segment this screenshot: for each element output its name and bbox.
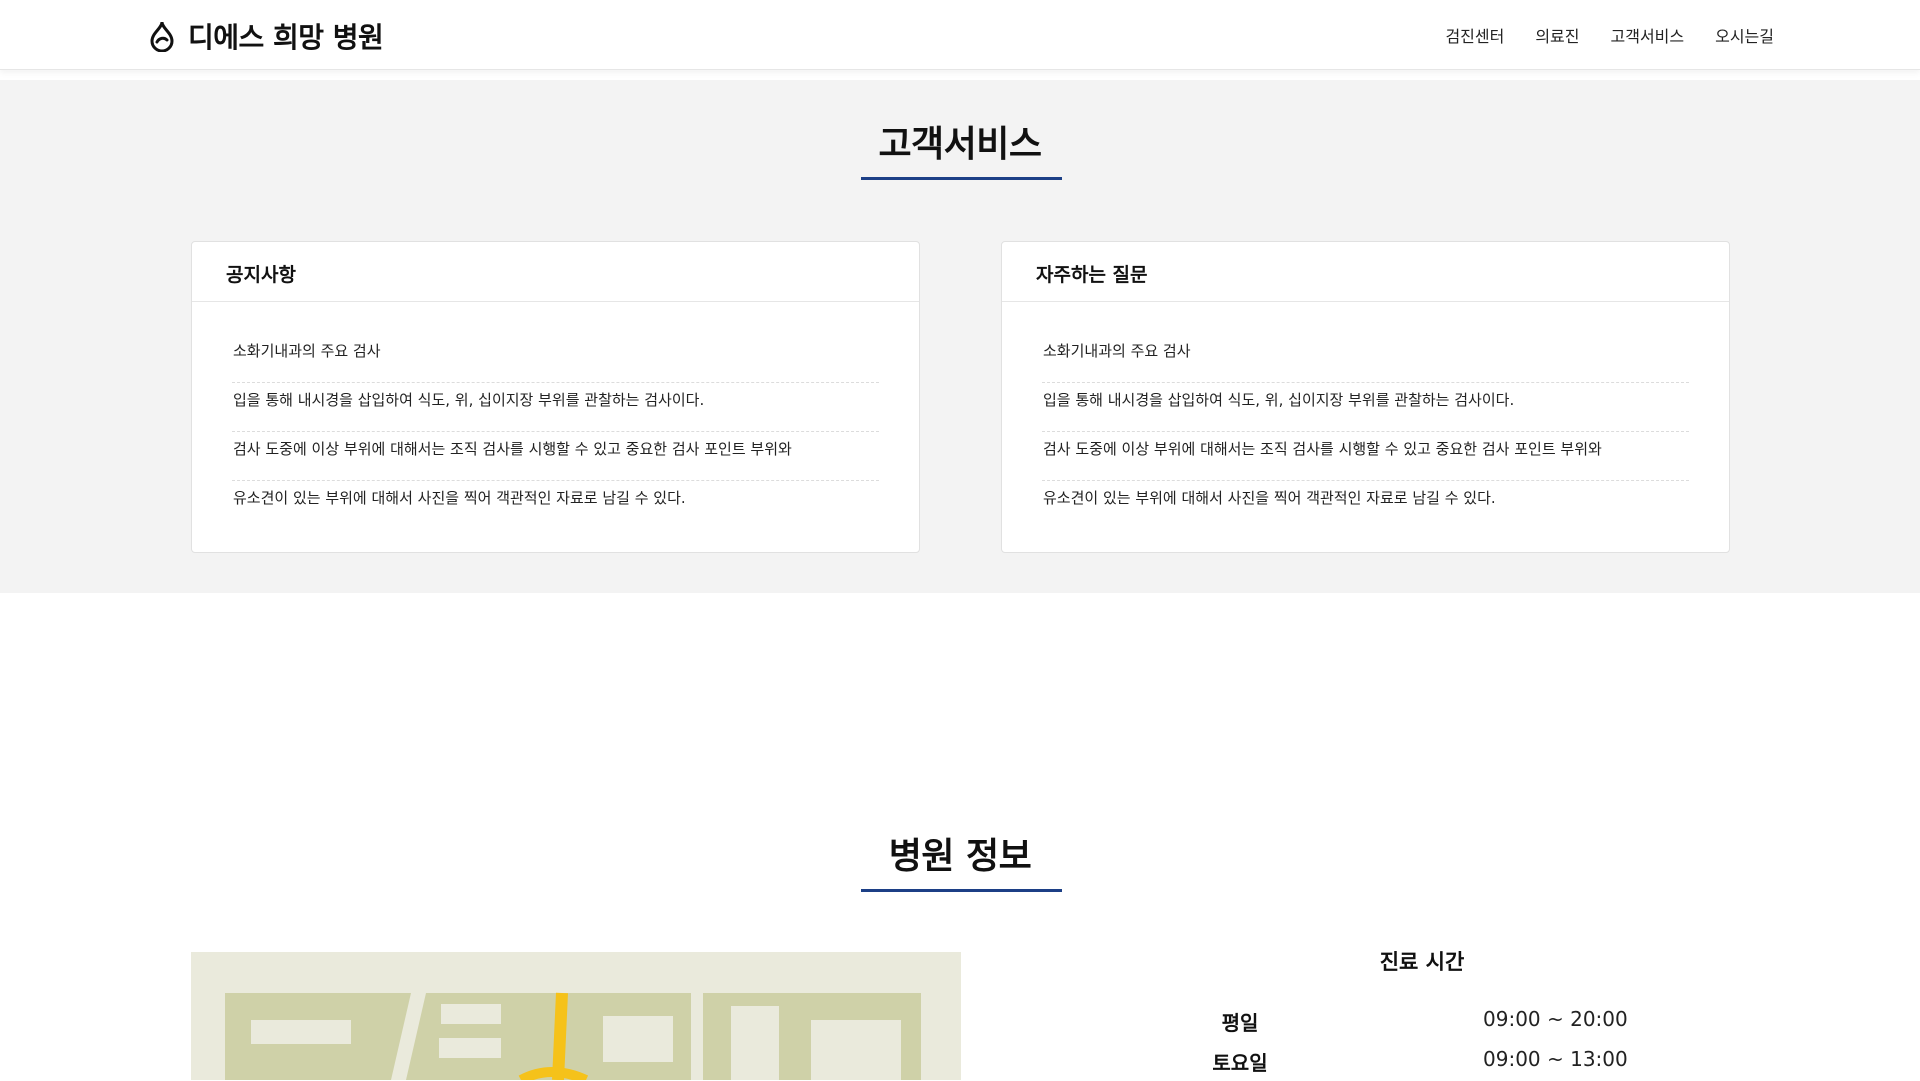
hours-day: 평일 [1221,1011,1259,1035]
hours-time: 09:00 ~ 13:00 [1483,1047,1628,1071]
faq-item[interactable]: 입을 통해 내시경을 삽입하여 식도, 위, 십이지장 부위를 관찰하는 검사이… [1042,383,1689,432]
faq-card-title[interactable]: 자주하는 질문 [1002,242,1729,302]
hours-day: 토요일 [1212,1051,1268,1075]
faq-item[interactable]: 유소견이 있는 부위에 대해서 사진을 찍어 객관적인 자료로 남길 수 있다. [1042,481,1689,530]
hours-row: 토요일 09:00 ~ 13:00 [1180,1047,1660,1081]
notice-card-title[interactable]: 공지사항 [192,242,919,302]
main-nav: 검진센터 의료진 고객서비스 오시는길 [1414,23,1774,47]
nav-customer-service[interactable]: 고객서비스 [1611,23,1685,47]
nav-medical-staff[interactable]: 의료진 [1535,23,1579,47]
site-header: 디에스 희망 병원 검진센터 의료진 고객서비스 오시는길 [0,0,1920,70]
notice-item[interactable]: 유소견이 있는 부위에 대해서 사진을 찍어 객관적인 자료로 남길 수 있다. [232,481,879,530]
title-underline [861,177,1062,180]
faq-card: 자주하는 질문 소화기내과의 주요 검사 입을 통해 내시경을 삽입하여 식도,… [1001,241,1730,553]
faq-item[interactable]: 검사 도중에 이상 부위에 대해서는 조직 검사를 시행할 수 있고 중요한 검… [1042,432,1689,481]
hours-time: 09:00 ~ 20:00 [1483,1007,1628,1031]
faq-item[interactable]: 소화기내과의 주요 검사 [1042,334,1689,383]
location-map[interactable] [191,952,961,1080]
site-title: 디에스 희망 병원 [188,21,384,54]
faq-list: 소화기내과의 주요 검사 입을 통해 내시경을 삽입하여 식도, 위, 십이지장… [1002,302,1729,530]
customer-service-section: 고객서비스 공지사항 소화기내과의 주요 검사 입을 통해 내시경을 삽입하여 … [0,80,1920,593]
notice-card: 공지사항 소화기내과의 주요 검사 입을 통해 내시경을 삽입하여 식도, 위,… [191,241,920,553]
notice-item[interactable]: 검사 도중에 이상 부위에 대해서는 조직 검사를 시행할 수 있고 중요한 검… [232,432,879,481]
notice-item[interactable]: 소화기내과의 주요 검사 [232,334,879,383]
hours-title: 진료 시간 [1379,950,1465,974]
title-underline [861,889,1062,892]
nav-checkup-center[interactable]: 검진센터 [1445,23,1504,47]
section-title-hospital-info: 병원 정보 [888,836,1032,877]
notice-item[interactable]: 입을 통해 내시경을 삽입하여 식도, 위, 십이지장 부위를 관찰하는 검사이… [232,383,879,432]
nav-directions[interactable]: 오시는길 [1715,23,1774,47]
drop-icon [148,20,176,53]
hours-row: 평일 09:00 ~ 20:00 [1180,1007,1660,1041]
section-title-service: 고객서비스 [878,124,1042,165]
logo[interactable]: 디에스 희망 병원 [148,16,384,56]
notice-list: 소화기내과의 주요 검사 입을 통해 내시경을 삽입하여 식도, 위, 십이지장… [192,302,919,530]
map-image [225,992,921,1080]
